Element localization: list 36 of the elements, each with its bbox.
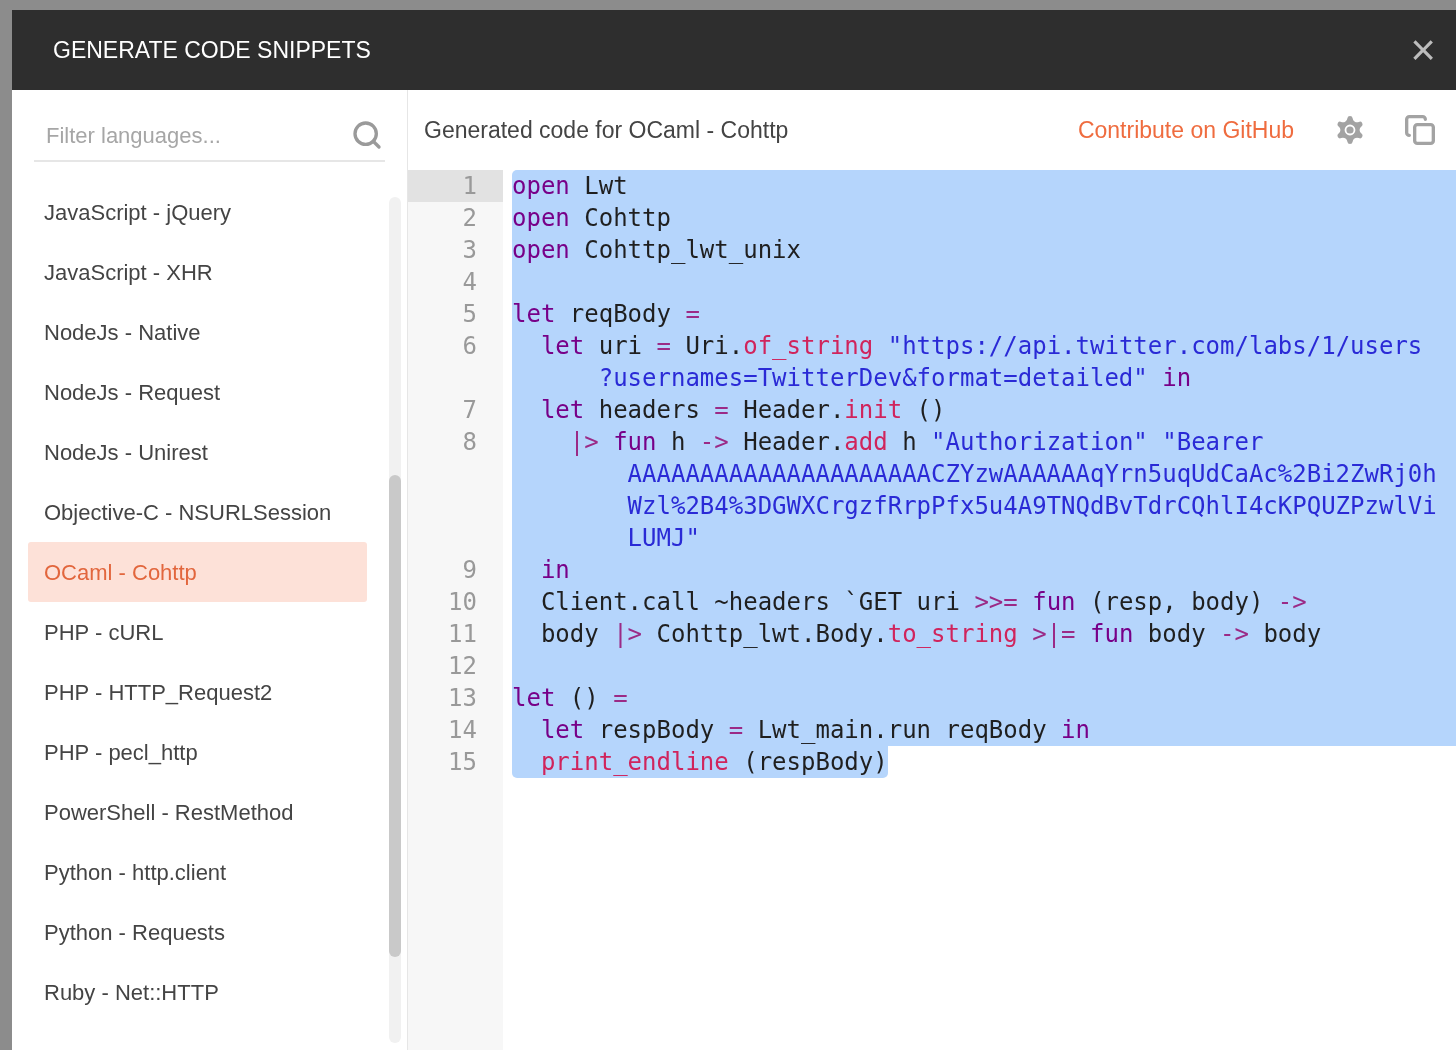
scrollbar-thumb[interactable] (389, 475, 401, 957)
line-number: 5 (462, 300, 477, 328)
scrollbar[interactable] (389, 197, 401, 1043)
line-number: 11 (448, 620, 477, 648)
language-item[interactable]: Python - Requests (28, 902, 367, 962)
line-number: 4 (462, 268, 477, 296)
line-number: 7 (462, 396, 477, 424)
copy-icon[interactable] (1404, 114, 1436, 146)
language-item[interactable]: Objective-C - NSURLSession (28, 482, 367, 542)
language-item[interactable]: PowerShell - RestMethod (28, 782, 367, 842)
search-icon (351, 119, 383, 151)
language-item[interactable]: PHP - cURL (28, 602, 367, 662)
line-number: 8 (462, 428, 477, 456)
line-number: 2 (462, 204, 477, 232)
language-item[interactable]: JavaScript - XHR (28, 242, 367, 302)
line-number: 10 (448, 588, 477, 616)
close-button[interactable]: × (1402, 28, 1444, 72)
line-number: 14 (448, 716, 477, 744)
line-number: 15 (448, 748, 477, 776)
panel-title: Generated code for OCaml - Cohttp (424, 115, 790, 145)
line-number: 13 (448, 684, 477, 712)
line-number: 9 (462, 556, 477, 584)
language-item[interactable]: Ruby - Net::HTTP (28, 962, 367, 1022)
language-item[interactable]: JavaScript - jQuery (28, 182, 367, 242)
language-item[interactable]: PHP - HTTP_Request2 (28, 662, 367, 722)
line-number: 6 (462, 332, 477, 360)
dialog-title: GENERATE CODE SNIPPETS (53, 35, 371, 65)
language-item[interactable]: PHP - pecl_http (28, 722, 367, 782)
language-item[interactable]: NodeJs - Native (28, 302, 367, 362)
language-item[interactable]: Python - http.client (28, 842, 367, 902)
language-item[interactable]: NodeJs - Request (28, 362, 367, 422)
line-number: 12 (448, 652, 477, 680)
language-item[interactable]: NodeJs - Unirest (28, 422, 367, 482)
line-number: 3 (462, 236, 477, 264)
filter-field[interactable]: Filter languages... (46, 118, 351, 152)
line-number: 1 (462, 172, 477, 200)
